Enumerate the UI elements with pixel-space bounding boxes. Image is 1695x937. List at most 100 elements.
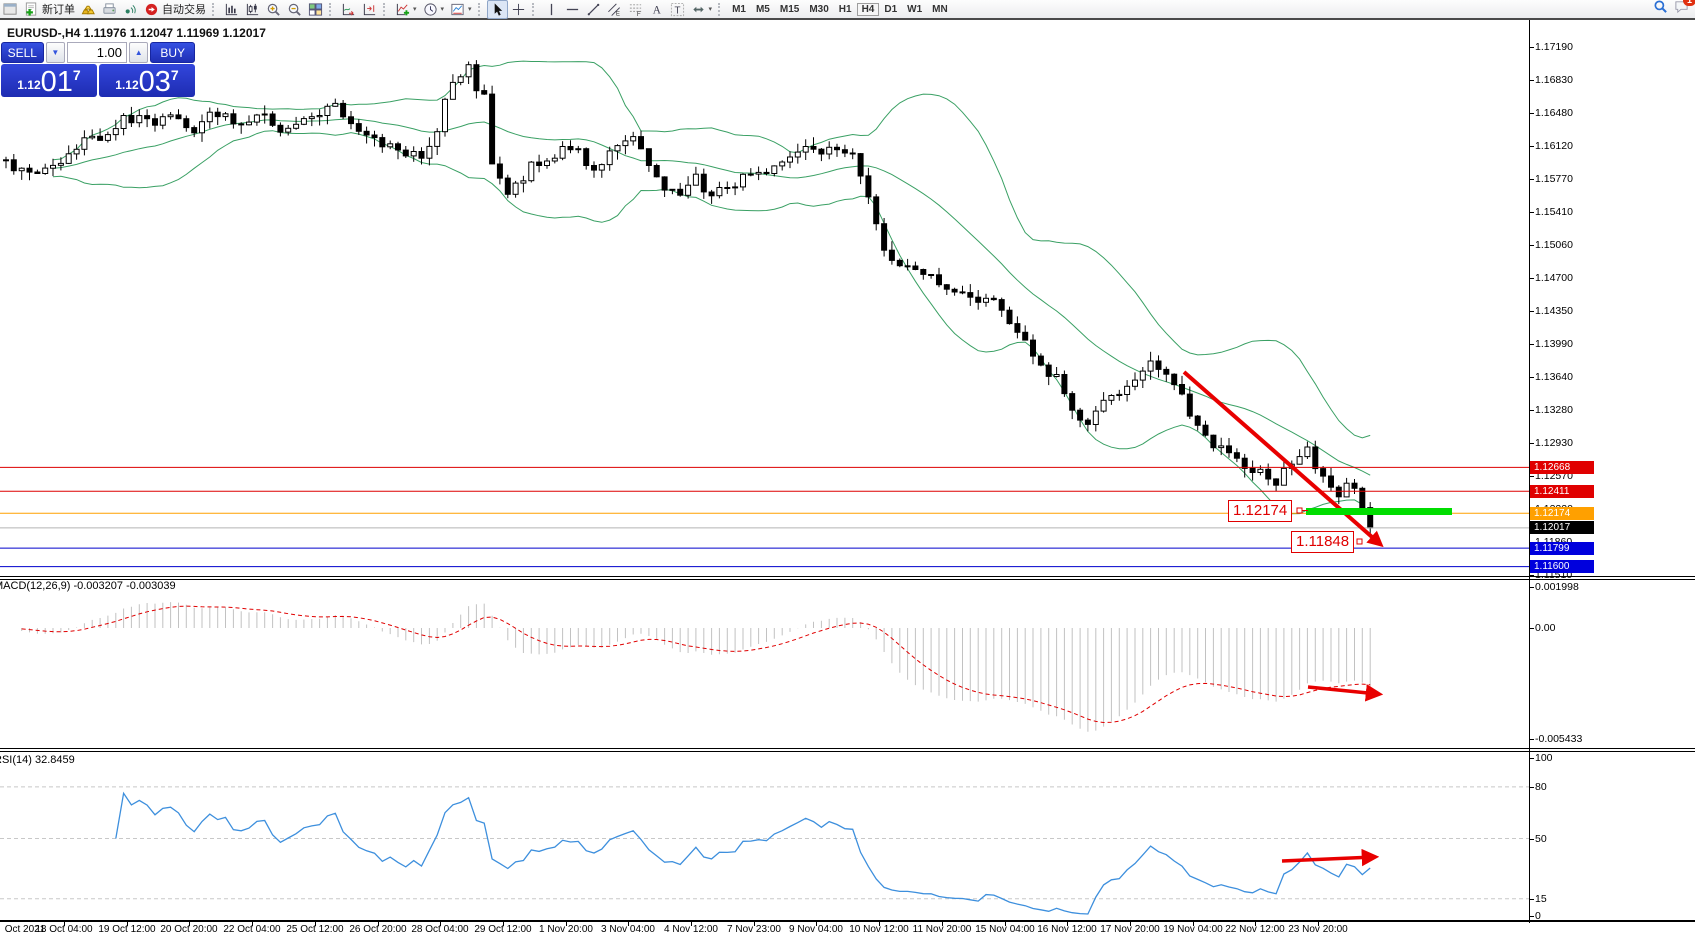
zoom-in-icon [266, 2, 281, 17]
volume-input[interactable] [67, 42, 127, 63]
price-axis-label: 1.13280 [1535, 404, 1573, 416]
price-axis-tick [1529, 278, 1534, 279]
text-icon: A [649, 2, 664, 17]
timeframe-M30-button[interactable]: M30 [804, 3, 833, 16]
macd-arrow[interactable] [1308, 687, 1378, 694]
price-axis-tick [1529, 146, 1534, 147]
rsi-axis-label: 0 [1535, 910, 1541, 922]
gold-button[interactable] [78, 1, 99, 18]
rsi-panel[interactable] [0, 752, 1529, 921]
label-button[interactable]: T [667, 1, 688, 18]
autotrade-button[interactable]: 自动交易 [141, 1, 209, 18]
price-axis-tick [1529, 575, 1534, 576]
svg-text:F: F [636, 11, 640, 17]
support-price-label[interactable]: 1.11848 [1291, 531, 1354, 553]
macd-axis-label: 0.001998 [1535, 581, 1579, 593]
autotrade-icon [144, 2, 159, 17]
macd-panel[interactable] [0, 580, 1529, 748]
indicators-button[interactable]: ▾ [392, 1, 420, 18]
ask-price-box[interactable]: 1.12037 [99, 64, 195, 97]
price-axis-tick [1529, 113, 1534, 114]
vline-button[interactable] [541, 1, 562, 18]
price-axis-label: 1.16120 [1535, 140, 1573, 152]
rsi-axis-tick [1529, 839, 1534, 840]
fibonacci-button[interactable]: F [625, 1, 646, 18]
rsi-axis-tick [1529, 916, 1534, 917]
notification-badge: 1 [1683, 0, 1695, 6]
toolbar-separator [718, 3, 724, 16]
search-button[interactable] [1653, 0, 1668, 19]
bid-price-box[interactable]: 1.12017 [1, 64, 97, 97]
shapes-button[interactable]: ▾ [688, 1, 716, 18]
price-badge: 1.12668 [1530, 461, 1594, 474]
macd-axis-label: -0.005433 [1535, 733, 1582, 745]
macd-signal-line [22, 606, 1371, 722]
resistance-price-label[interactable]: 1.12174 [1228, 500, 1292, 522]
search-icon [1653, 0, 1668, 14]
channel-icon: E [607, 2, 622, 17]
support-zone-bar[interactable] [1306, 508, 1452, 515]
tile-windows-icon [308, 2, 323, 17]
timeframe-M5-button[interactable]: M5 [751, 3, 775, 16]
rsi-line [116, 793, 1370, 914]
hline-button[interactable] [562, 1, 583, 18]
price-badge: 1.12017 [1530, 521, 1594, 534]
notifications-button[interactable]: 1 [1674, 0, 1689, 19]
toolbar-button-label: 自动交易 [162, 1, 206, 17]
bar-chart-button[interactable] [221, 1, 242, 18]
price-axis-label: 1.14350 [1535, 305, 1573, 317]
toolbar-separator [532, 3, 538, 16]
bid-prefix: 1.12 [17, 78, 40, 92]
trendline-button[interactable] [583, 1, 604, 18]
templates-button[interactable]: ▾ [447, 1, 475, 18]
zoom-out-button[interactable] [284, 1, 305, 18]
window-menu-button[interactable] [0, 1, 21, 18]
channel-button[interactable]: E [604, 1, 625, 18]
timeframe-MN-button[interactable]: MN [927, 3, 953, 16]
rsi-arrow[interactable] [1282, 857, 1374, 861]
price-axis-label: 1.16480 [1535, 107, 1573, 119]
price-badge: 1.12174 [1530, 507, 1594, 520]
hline-icon [565, 2, 580, 17]
buy-button[interactable]: BUY [150, 42, 195, 63]
volume-decrease-button[interactable]: ▼ [46, 42, 65, 63]
crosshair-button[interactable] [508, 1, 529, 18]
macd-rsi-separator[interactable] [0, 748, 1695, 749]
zoom-in-button[interactable] [263, 1, 284, 18]
sell-button[interactable]: SELL [1, 42, 44, 63]
price-axis-label: 1.13640 [1535, 371, 1573, 383]
price-macd-separator[interactable] [0, 576, 1695, 577]
auto-scroll-button[interactable] [338, 1, 359, 18]
periods-icon [423, 2, 438, 17]
timeframe-M15-button[interactable]: M15 [775, 3, 804, 16]
candle-chart-button[interactable] [242, 1, 263, 18]
timeframe-H1-button[interactable]: H1 [834, 3, 857, 16]
rsi-axis-tick [1529, 758, 1534, 759]
signal-button[interactable] [120, 1, 141, 18]
cursor-icon [490, 2, 505, 17]
chart-title: EURUSD-,H4 1.11976 1.12047 1.11969 1.120… [7, 26, 266, 40]
timeframe-H4-button[interactable]: H4 [857, 3, 880, 16]
timeframe-D1-button[interactable]: D1 [879, 3, 902, 16]
periods-button[interactable]: ▾ [420, 1, 448, 18]
top-toolbar: 新订单自动交易▾▾▾EFAT▾M1M5M15M30H1H4D1W1MN1 [0, 0, 1695, 20]
timeframe-M1-button[interactable]: M1 [727, 3, 751, 16]
price-badge: 1.11799 [1530, 542, 1594, 555]
price-axis-tick [1529, 245, 1534, 246]
tile-windows-button[interactable] [305, 1, 326, 18]
chart-shift-button[interactable] [359, 1, 380, 18]
price-chart[interactable] [0, 20, 1529, 576]
cursor-button[interactable] [487, 0, 508, 19]
volume-increase-button[interactable]: ▲ [129, 42, 148, 63]
timeframe-W1-button[interactable]: W1 [902, 3, 927, 16]
signal-icon [123, 2, 138, 17]
bid-pip-digit: 7 [73, 67, 81, 83]
macd-axis-tick [1529, 739, 1534, 740]
new-order-button[interactable]: 新订单 [21, 1, 78, 18]
fax-button[interactable] [99, 1, 120, 18]
mt4-terminal: { "toolbar": { "items": [ {"icon":"windo… [0, 0, 1695, 937]
price-axis-label: 1.17190 [1535, 41, 1573, 53]
toolbar-separator [383, 3, 389, 16]
text-button[interactable]: A [646, 1, 667, 18]
time-axis-label: 23 Nov 20:00 [1278, 924, 1358, 935]
